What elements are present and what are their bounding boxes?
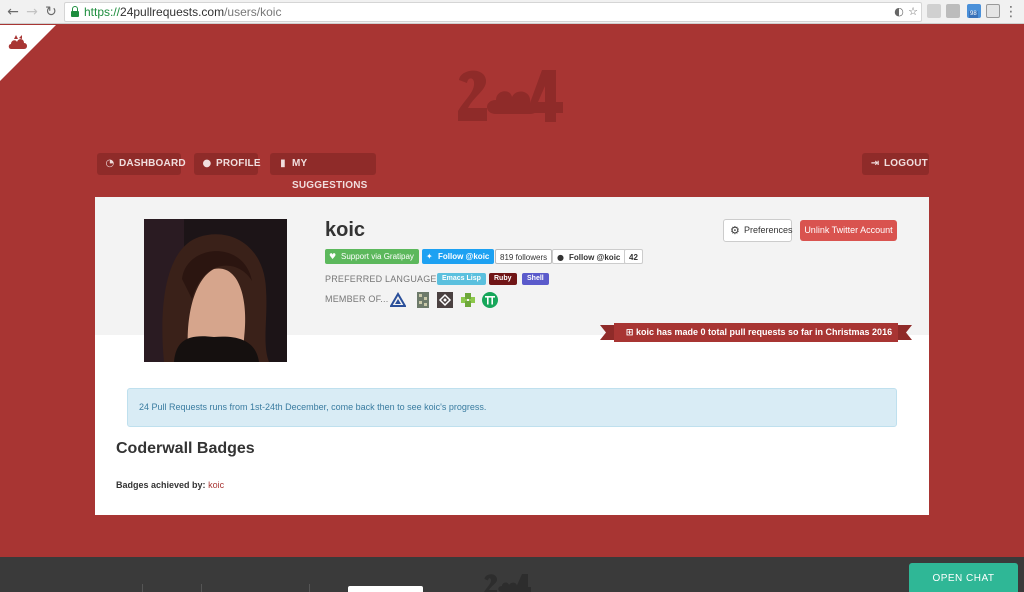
preferences-button[interactable]: ⚙ Preferences (723, 219, 793, 242)
lock-icon (71, 6, 79, 17)
browser-toolbar: ← → ↻ https://24pullrequests.com/users/k… (0, 0, 1024, 24)
forward-icon[interactable]: → (23, 3, 41, 21)
badges-achieved-label: Badges achieved by: (116, 480, 206, 490)
nav-suggestions-button[interactable]: ▮ MY SUGGESTIONS (270, 153, 376, 191)
logout-icon: ⇥ (870, 158, 880, 169)
nav-dashboard-button[interactable]: ◔ DASHBOARD (97, 153, 186, 175)
language-badge-shell[interactable]: Shell (522, 273, 549, 285)
avatar-photo (144, 219, 287, 362)
dashboard-icon: ◔ (105, 158, 115, 169)
org-triangle-icon[interactable] (390, 292, 406, 308)
progress-notice: 24 Pull Requests runs from 1st-24th Dece… (127, 388, 897, 427)
org-pattern-icon[interactable] (415, 292, 431, 308)
back-icon[interactable]: ← (4, 3, 22, 21)
preferences-label: Preferences (744, 225, 793, 235)
url-text: https://24pullrequests.com/users/koic (84, 5, 281, 19)
twitter-followers-label: 819 followers (500, 253, 548, 262)
nav-profile-button[interactable]: ● PROFILE (194, 153, 261, 175)
nav-dashboard-label: DASHBOARD (119, 158, 186, 169)
github-follow-label: Follow @koic (569, 253, 621, 262)
nav-profile-label: PROFILE (216, 158, 261, 169)
bookmark-star-icon[interactable]: ☆ (907, 6, 919, 18)
preferred-languages-label: PREFERRED LANGUAGES (325, 274, 443, 284)
pull-request-banner-text: koic has made 0 total pull requests so f… (635, 327, 893, 337)
extension-badge-count: 98 (969, 11, 978, 18)
gratipay-button[interactable]: ♥ Support via Gratipay (325, 249, 419, 264)
github-follower-count[interactable]: 42 (624, 249, 643, 264)
coderwall-title: Coderwall Badges (116, 440, 255, 457)
site-logo-icon[interactable] (456, 66, 568, 124)
heart-icon: ♥ (329, 252, 337, 261)
footer-divider (142, 584, 143, 592)
twitter-follow-button[interactable]: ✦ Follow @koic (422, 249, 495, 264)
nav-logout-button[interactable]: ⇥ LOGOUT (862, 153, 929, 175)
pull-request-banner: ⊞ koic has made 0 total pull requests so… (618, 323, 900, 342)
avatar (144, 219, 287, 362)
url-host: 24pullrequests.com (120, 5, 225, 19)
org-diamond-icon[interactable] (437, 292, 453, 308)
org-torii-icon[interactable] (482, 292, 498, 308)
camera-extension-icon[interactable] (927, 4, 941, 18)
github-count-label: 42 (629, 253, 638, 262)
footer-logo-icon (484, 574, 531, 592)
github-icon: ● (557, 253, 564, 262)
url-path: /users/koic (224, 5, 282, 19)
gratipay-label: Support via Gratipay (341, 252, 414, 261)
badges-user-link[interactable]: koic (208, 480, 224, 490)
nav-suggestions-label: MY SUGGESTIONS (292, 158, 368, 191)
url-scheme: https:// (84, 5, 121, 19)
menu-icon[interactable]: ⋮ (1004, 3, 1018, 21)
org-puzzle-icon[interactable] (460, 292, 476, 308)
twitter-bird-icon: ✦ (426, 252, 433, 261)
gear-icon: ⚙ (730, 224, 740, 237)
user-icon: ● (202, 158, 212, 169)
footer-input[interactable] (348, 586, 423, 592)
site-settings-icon[interactable]: ◐ (893, 6, 905, 18)
open-chat-button[interactable]: OPEN CHAT (909, 563, 1018, 592)
github-follow-button[interactable]: ● Follow @koic (552, 249, 627, 264)
language-badge-ruby[interactable]: Ruby (489, 273, 517, 285)
gift-icon: ⊞ (625, 328, 634, 338)
reload-icon[interactable]: ↻ (42, 3, 60, 21)
footer (0, 557, 1024, 592)
twitter-followers-count[interactable]: 819 followers (495, 249, 553, 264)
badge-extension-icon[interactable]: 98 (967, 4, 981, 18)
footer-divider (201, 584, 202, 592)
book-icon: ▮ (280, 158, 286, 169)
cloud-logo-icon[interactable] (7, 33, 29, 53)
z-extension-icon[interactable] (946, 4, 960, 18)
badges-achieved-line: Badges achieved by: koic (116, 480, 224, 490)
profile-username: koic (325, 219, 366, 241)
footer-divider (309, 584, 310, 592)
profile-card: koic ♥ Support via Gratipay ✦ Follow @ko… (95, 197, 929, 515)
nav-logout-label: LOGOUT (884, 158, 928, 169)
unlink-twitter-button[interactable]: Unlink Twitter Account (800, 220, 897, 241)
address-bar[interactable]: https://24pullrequests.com/users/koic ◐ … (64, 2, 922, 22)
member-of-label: MEMBER OF... (325, 294, 389, 304)
twitter-follow-label: Follow @koic (438, 252, 490, 261)
language-badge-emacs-lisp[interactable]: Emacs Lisp (437, 273, 486, 285)
cast-icon[interactable] (986, 4, 1000, 18)
